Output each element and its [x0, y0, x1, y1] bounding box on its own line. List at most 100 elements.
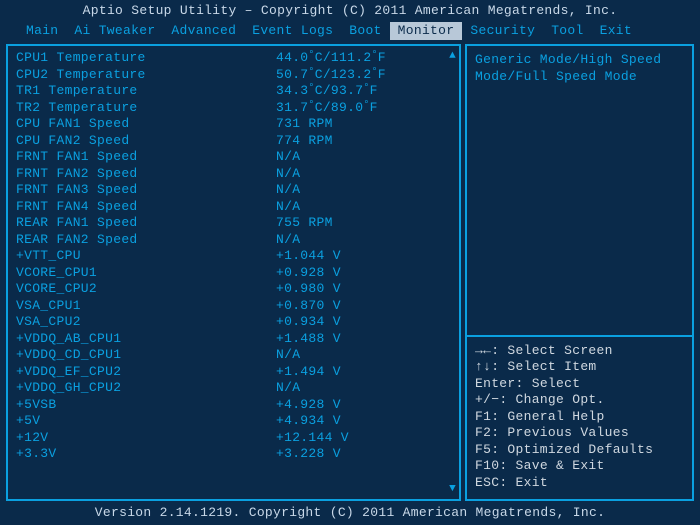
monitor-row-value: N/A [276, 182, 453, 199]
menu-tab-exit[interactable]: Exit [592, 22, 640, 40]
help-key: +/− [475, 392, 499, 407]
monitor-row-label: VCORE_CPU1 [16, 265, 276, 282]
help-text: : Exit [499, 475, 548, 490]
monitor-row-value: 44.0°C/111.2°F [276, 50, 453, 67]
monitor-row-label: +12V [16, 430, 276, 447]
monitor-row[interactable]: CPU2 Temperature50.7°C/123.2°F [16, 67, 453, 84]
menu-tab-boot[interactable]: Boot [341, 22, 389, 40]
item-help-line: Mode/Full Speed Mode [475, 69, 684, 86]
menu-bar: MainAi TweakerAdvancedEvent LogsBootMoni… [0, 22, 700, 40]
monitor-row[interactable]: +VDDQ_AB_CPU1+1.488 V [16, 331, 453, 348]
monitor-row-label: FRNT FAN4 Speed [16, 199, 276, 216]
monitor-row-value: N/A [276, 232, 453, 249]
monitor-row-label: TR2 Temperature [16, 100, 276, 117]
info-panel: Generic Mode/High SpeedMode/Full Speed M… [465, 44, 694, 501]
help-row: +/−: Change Opt. [475, 392, 684, 409]
help-text: : Change Opt. [499, 392, 604, 407]
monitor-row-value: +4.928 V [276, 397, 453, 414]
monitor-row[interactable]: +VDDQ_GH_CPU2N/A [16, 380, 453, 397]
help-row: F10: Save & Exit [475, 458, 684, 475]
menu-tab-tool[interactable]: Tool [543, 22, 591, 40]
monitor-row-value: +1.494 V [276, 364, 453, 381]
monitor-row[interactable]: CPU1 Temperature44.0°C/111.2°F [16, 50, 453, 67]
monitor-row[interactable]: +VDDQ_EF_CPU2+1.494 V [16, 364, 453, 381]
monitor-row[interactable]: CPU FAN1 Speed731 RPM [16, 116, 453, 133]
monitor-row-label: CPU FAN2 Speed [16, 133, 276, 150]
monitor-row[interactable]: REAR FAN1 Speed755 RPM [16, 215, 453, 232]
monitor-list[interactable]: CPU1 Temperature44.0°C/111.2°FCPU2 Tempe… [16, 50, 453, 495]
monitor-row[interactable]: FRNT FAN4 SpeedN/A [16, 199, 453, 216]
menu-tab-security[interactable]: Security [462, 22, 543, 40]
item-help-text: Generic Mode/High SpeedMode/Full Speed M… [467, 46, 692, 335]
monitor-row[interactable]: +12V+12.144 V [16, 430, 453, 447]
monitor-row-value: 31.7°C/89.0°F [276, 100, 453, 117]
monitor-row[interactable]: FRNT FAN2 SpeedN/A [16, 166, 453, 183]
menu-tab-event-logs[interactable]: Event Logs [244, 22, 341, 40]
monitor-row-value: 50.7°C/123.2°F [276, 67, 453, 84]
monitor-row-label: FRNT FAN2 Speed [16, 166, 276, 183]
panels: ▲ ▼ CPU1 Temperature44.0°C/111.2°FCPU2 T… [6, 44, 694, 501]
monitor-row-value: +0.934 V [276, 314, 453, 331]
footer-version: Version 2.14.1219. Copyright (C) 2011 Am… [0, 503, 700, 523]
help-text: : Select Item [491, 359, 596, 374]
monitor-row[interactable]: +VTT_CPU+1.044 V [16, 248, 453, 265]
help-key: ↑↓ [475, 359, 491, 374]
monitor-row-label: CPU FAN1 Speed [16, 116, 276, 133]
monitor-row-value: +12.144 V [276, 430, 453, 447]
menu-tab-ai-tweaker[interactable]: Ai Tweaker [66, 22, 163, 40]
monitor-row-value: N/A [276, 380, 453, 397]
menu-tab-advanced[interactable]: Advanced [163, 22, 244, 40]
monitor-row[interactable]: FRNT FAN3 SpeedN/A [16, 182, 453, 199]
monitor-row[interactable]: FRNT FAN1 SpeedN/A [16, 149, 453, 166]
menu-tab-monitor[interactable]: Monitor [390, 22, 463, 40]
monitor-row-label: FRNT FAN3 Speed [16, 182, 276, 199]
monitor-row-value: N/A [276, 166, 453, 183]
help-text: : Select Screen [491, 343, 613, 358]
monitor-row-value: +1.488 V [276, 331, 453, 348]
monitor-row-label: +5V [16, 413, 276, 430]
help-row: ESC: Exit [475, 475, 684, 492]
monitor-row-label: CPU2 Temperature [16, 67, 276, 84]
monitor-row[interactable]: REAR FAN2 SpeedN/A [16, 232, 453, 249]
monitor-row-value: +3.228 V [276, 446, 453, 463]
monitor-row[interactable]: VSA_CPU2+0.934 V [16, 314, 453, 331]
monitor-row-label: TR1 Temperature [16, 83, 276, 100]
help-text: : Optimized Defaults [491, 442, 653, 457]
help-key: F1 [475, 409, 491, 424]
help-text: : General Help [491, 409, 604, 424]
monitor-row-value: 731 RPM [276, 116, 453, 133]
monitor-row[interactable]: VCORE_CPU1+0.928 V [16, 265, 453, 282]
monitor-row-value: +4.934 V [276, 413, 453, 430]
monitor-row-label: +VDDQ_AB_CPU1 [16, 331, 276, 348]
monitor-row[interactable]: CPU FAN2 Speed774 RPM [16, 133, 453, 150]
monitor-row-label: +VTT_CPU [16, 248, 276, 265]
help-row: F2: Previous Values [475, 425, 684, 442]
monitor-row-label: REAR FAN1 Speed [16, 215, 276, 232]
monitor-panel: ▲ ▼ CPU1 Temperature44.0°C/111.2°FCPU2 T… [6, 44, 461, 501]
help-key: →← [475, 343, 491, 358]
help-key: Enter [475, 376, 516, 391]
monitor-row-label: FRNT FAN1 Speed [16, 149, 276, 166]
monitor-row-value: +0.928 V [276, 265, 453, 282]
menu-tab-main[interactable]: Main [18, 22, 66, 40]
monitor-row[interactable]: +VDDQ_CD_CPU1N/A [16, 347, 453, 364]
monitor-row-label: +3.3V [16, 446, 276, 463]
monitor-row[interactable]: TR2 Temperature31.7°C/89.0°F [16, 100, 453, 117]
monitor-row-label: VSA_CPU1 [16, 298, 276, 315]
help-key: F5 [475, 442, 491, 457]
monitor-row[interactable]: VCORE_CPU2+0.980 V [16, 281, 453, 298]
help-row: F1: General Help [475, 409, 684, 426]
help-row: F5: Optimized Defaults [475, 442, 684, 459]
monitor-row-value: +0.870 V [276, 298, 453, 315]
help-text: : Save & Exit [499, 458, 604, 473]
monitor-row[interactable]: +5V+4.934 V [16, 413, 453, 430]
monitor-row-label: REAR FAN2 Speed [16, 232, 276, 249]
monitor-row[interactable]: VSA_CPU1+0.870 V [16, 298, 453, 315]
bios-screen: Aptio Setup Utility – Copyright (C) 2011… [0, 0, 700, 525]
monitor-row[interactable]: +3.3V+3.228 V [16, 446, 453, 463]
monitor-row-value: 34.3°C/93.7°F [276, 83, 453, 100]
monitor-row[interactable]: TR1 Temperature34.3°C/93.7°F [16, 83, 453, 100]
monitor-row-label: +VDDQ_GH_CPU2 [16, 380, 276, 397]
monitor-row[interactable]: +5VSB+4.928 V [16, 397, 453, 414]
monitor-row-value: N/A [276, 347, 453, 364]
